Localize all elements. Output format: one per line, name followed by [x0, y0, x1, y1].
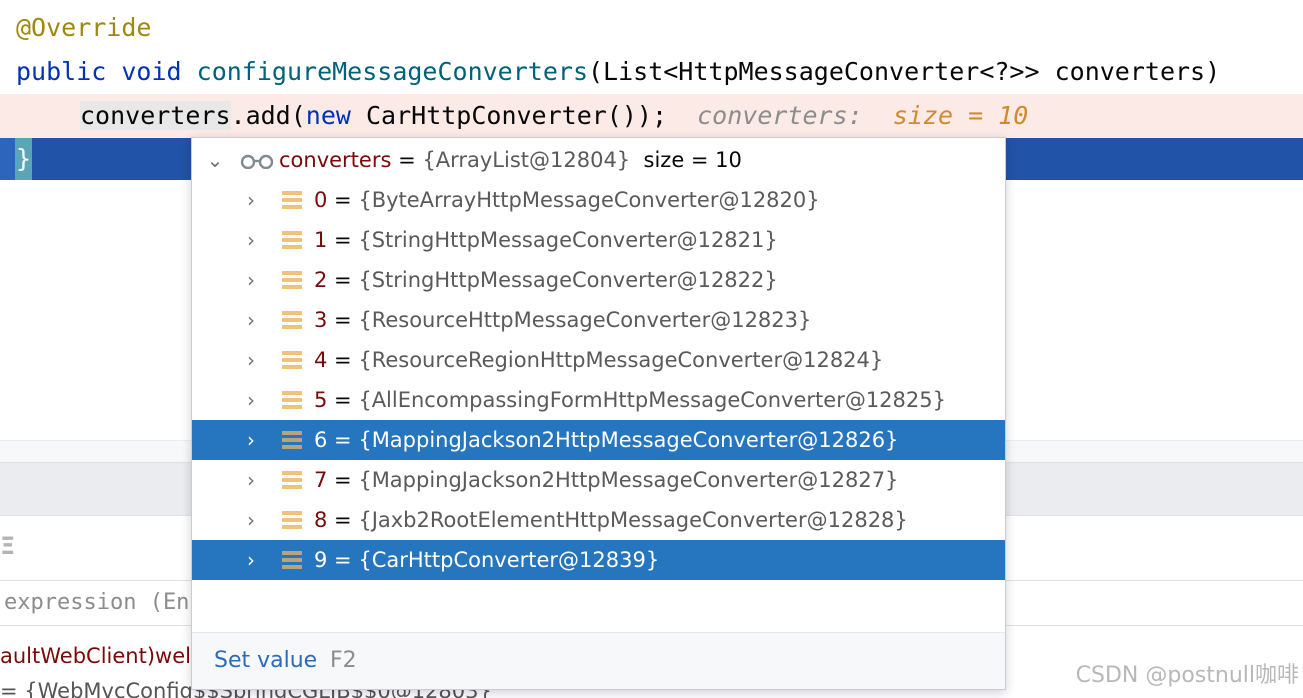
field-icon	[282, 271, 302, 289]
set-value-link[interactable]: Set value	[214, 647, 317, 675]
root-equals: =	[391, 148, 423, 172]
item-equals: =	[327, 308, 359, 332]
tree-item-row[interactable]: › 7 = {MappingJackson2HttpMessageConverte…	[192, 460, 1005, 500]
item-value: {StringHttpMessageConverter@12821}	[358, 228, 778, 252]
item-index: 4	[314, 348, 328, 372]
chevron-right-icon[interactable]: ›	[240, 340, 262, 380]
field-icon	[282, 471, 302, 489]
item-index: 2	[314, 268, 328, 292]
item-equals: =	[327, 228, 359, 252]
root-size: size = 10	[630, 148, 742, 172]
tree-item-row[interactable]: › 0 = {ByteArrayHttpMessageConverter@1282…	[192, 180, 1005, 220]
item-value: {ByteArrayHttpMessageConverter@12820}	[358, 188, 820, 212]
inline-value-label: converters:	[697, 101, 863, 130]
item-value: {MappingJackson2HttpMessageConverter@128…	[358, 428, 899, 452]
chevron-right-icon[interactable]: ›	[240, 380, 262, 420]
method-name: configureMessageConverters	[196, 57, 588, 86]
tree-item-row[interactable]: › 3 = {ResourceHttpMessageConverter@12823…	[192, 300, 1005, 340]
item-value: {Jaxb2RootElementHttpMessageConverter@12…	[358, 508, 908, 532]
item-value: {AllEncompassingFormHttpMessageConverter…	[358, 388, 946, 412]
method-params: (List<HttpMessageConverter<?>> converter…	[588, 57, 1221, 86]
add-call: .add(	[230, 101, 306, 130]
tree-item-row[interactable]: › 4 = {ResourceRegionHttpMessageConverter…	[192, 340, 1005, 380]
item-equals: =	[327, 548, 359, 572]
popup-footer: Set value F2	[192, 632, 1005, 689]
field-icon	[282, 191, 302, 209]
item-index: 3	[314, 308, 328, 332]
watch-glasses-icon	[240, 154, 274, 169]
variable-name-suffix: wel	[155, 644, 191, 668]
tree-item-row[interactable]: › 5 = {AllEncompassingFormHttpMessageConv…	[192, 380, 1005, 420]
chevron-down-icon[interactable]: ⌄	[204, 140, 226, 180]
field-icon	[282, 551, 302, 569]
item-equals: =	[327, 188, 359, 212]
variable-tree[interactable]: ⌄ converters = {ArrayList@12804} size = …	[192, 138, 1005, 632]
converters-variable[interactable]: converters	[80, 101, 231, 130]
item-index: 1	[314, 228, 328, 252]
inline-value[interactable]: size = 10	[893, 101, 1028, 130]
field-icon	[282, 431, 302, 449]
item-index: 8	[314, 508, 328, 532]
closing-brace: }	[15, 138, 32, 180]
code-line-breakpoint[interactable]: converters.add(new CarHttpConverter()); …	[0, 94, 1303, 138]
keyword-new: new	[305, 101, 351, 130]
item-equals: =	[327, 468, 359, 492]
chevron-right-icon[interactable]: ›	[240, 420, 262, 460]
root-variable-value: {ArrayList@12804}	[422, 148, 631, 172]
item-index: 5	[314, 388, 328, 412]
variable-name: aultWebClient)	[0, 644, 156, 668]
field-icon	[282, 391, 302, 409]
item-value: {ResourceHttpMessageConverter@12823}	[358, 308, 812, 332]
expression-placeholder: expression (En	[4, 590, 190, 615]
field-icon	[282, 231, 302, 249]
watermark: CSDN @postnull咖啡	[1075, 663, 1299, 688]
chevron-right-icon[interactable]: ›	[240, 220, 262, 260]
item-value: {CarHttpConverter@12839}	[358, 548, 660, 572]
item-value: {ResourceRegionHttpMessageConverter@1282…	[358, 348, 884, 372]
tree-item-row[interactable]: › 6 = {MappingJackson2HttpMessageConverte…	[192, 420, 1005, 460]
item-index: 9	[314, 548, 328, 572]
tree-item-row[interactable]: › 8 = {Jaxb2RootElementHttpMessageConvert…	[192, 500, 1005, 540]
override-annotation: @Override	[16, 13, 152, 42]
tree-root-row[interactable]: ⌄ converters = {ArrayList@12804} size = …	[192, 140, 1005, 180]
item-equals: =	[327, 428, 359, 452]
constructor-call: CarHttpConverter());	[350, 101, 668, 130]
item-value: {StringHttpMessageConverter@12822}	[358, 268, 778, 292]
item-equals: =	[327, 268, 359, 292]
variable-row[interactable]: aultWebClient)wel	[0, 638, 191, 674]
item-value: {MappingJackson2HttpMessageConverter@128…	[358, 468, 899, 492]
chevron-right-icon[interactable]: ›	[240, 300, 262, 340]
tree-item-row[interactable]: › 1 = {StringHttpMessageConverter@12821}	[192, 220, 1005, 260]
tree-item-row[interactable]: › 2 = {StringHttpMessageConverter@12822}	[192, 260, 1005, 300]
field-icon	[282, 311, 302, 329]
code-line-method-signature[interactable]: public void configureMessageConverters(L…	[0, 50, 1303, 94]
item-index: 6	[314, 428, 328, 452]
chevron-right-icon[interactable]: ›	[240, 260, 262, 300]
variable-inspector-popup[interactable]: ⌄ converters = {ArrayList@12804} size = …	[191, 137, 1006, 690]
execution-marker	[0, 138, 15, 180]
item-equals: =	[327, 348, 359, 372]
chevron-right-icon[interactable]: ›	[240, 500, 262, 540]
item-index: 0	[314, 188, 328, 212]
tree-item-row[interactable]: › 9 = {CarHttpConverter@12839}	[192, 540, 1005, 580]
item-equals: =	[327, 508, 359, 532]
chevron-right-icon[interactable]: ›	[240, 540, 262, 580]
field-icon	[282, 511, 302, 529]
code-line-annotation[interactable]: @Override	[0, 6, 1303, 50]
keyword-public: public	[16, 57, 107, 86]
keyword-void: void	[121, 57, 182, 86]
root-variable-name: converters	[279, 148, 392, 172]
chevron-right-icon[interactable]: ›	[240, 180, 262, 220]
frames-icon: Ξ	[0, 532, 16, 560]
chevron-right-icon[interactable]: ›	[240, 460, 262, 500]
item-index: 7	[314, 468, 328, 492]
field-icon	[282, 351, 302, 369]
set-value-shortcut: F2	[330, 648, 357, 673]
item-equals: =	[327, 388, 359, 412]
